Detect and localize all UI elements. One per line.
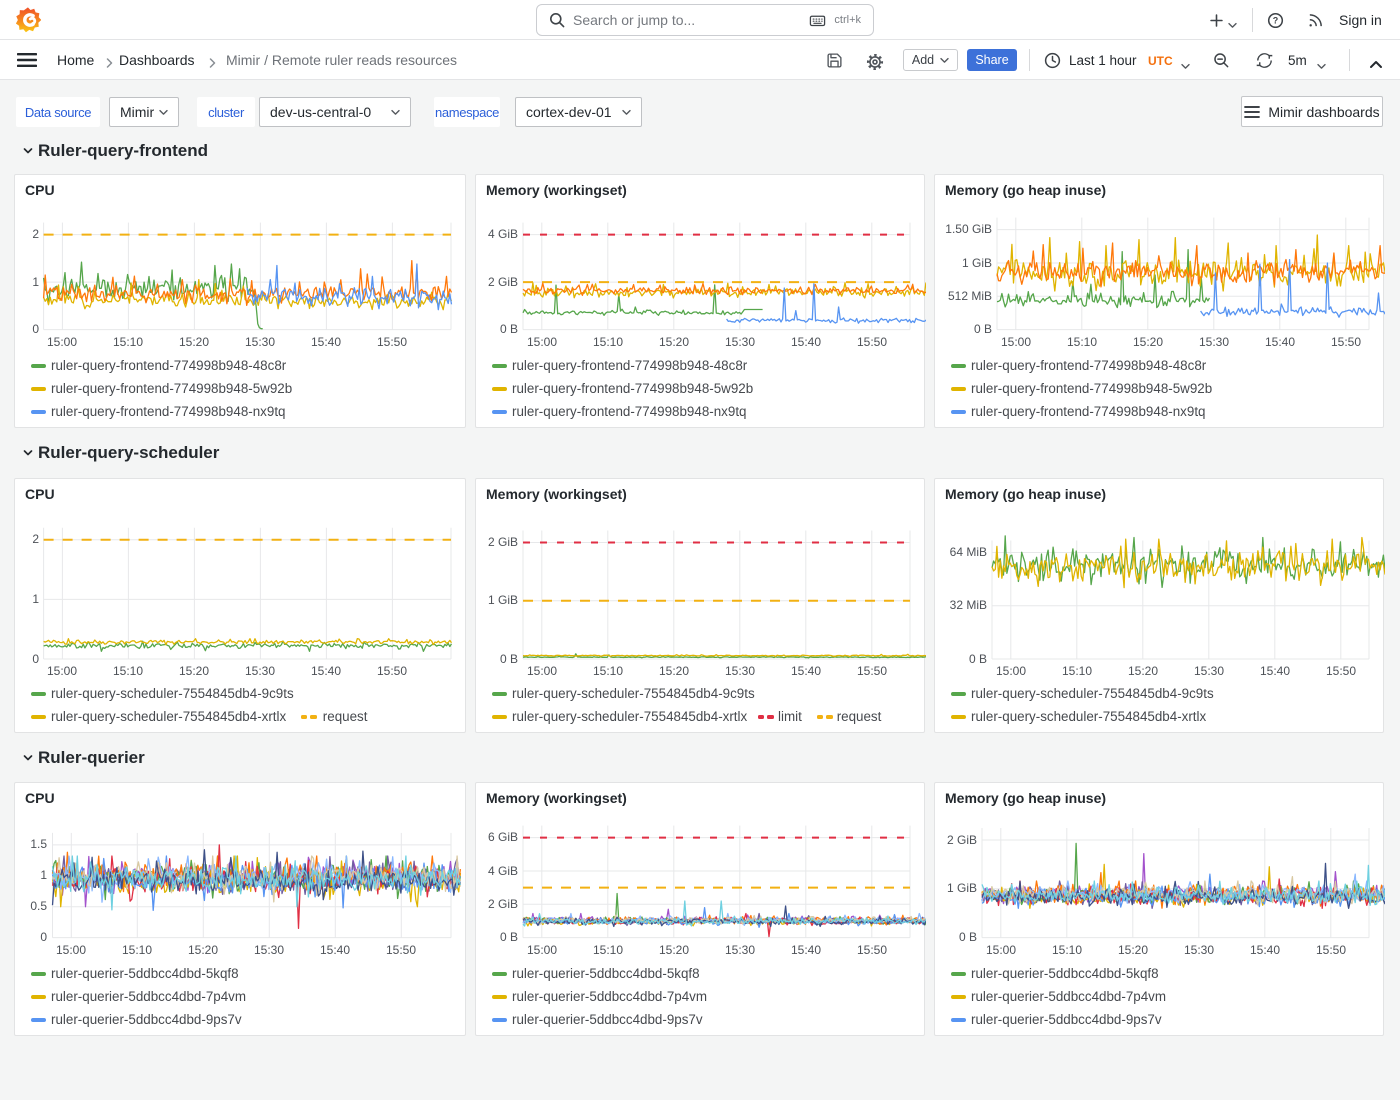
svg-text:?: ? bbox=[1273, 16, 1278, 26]
